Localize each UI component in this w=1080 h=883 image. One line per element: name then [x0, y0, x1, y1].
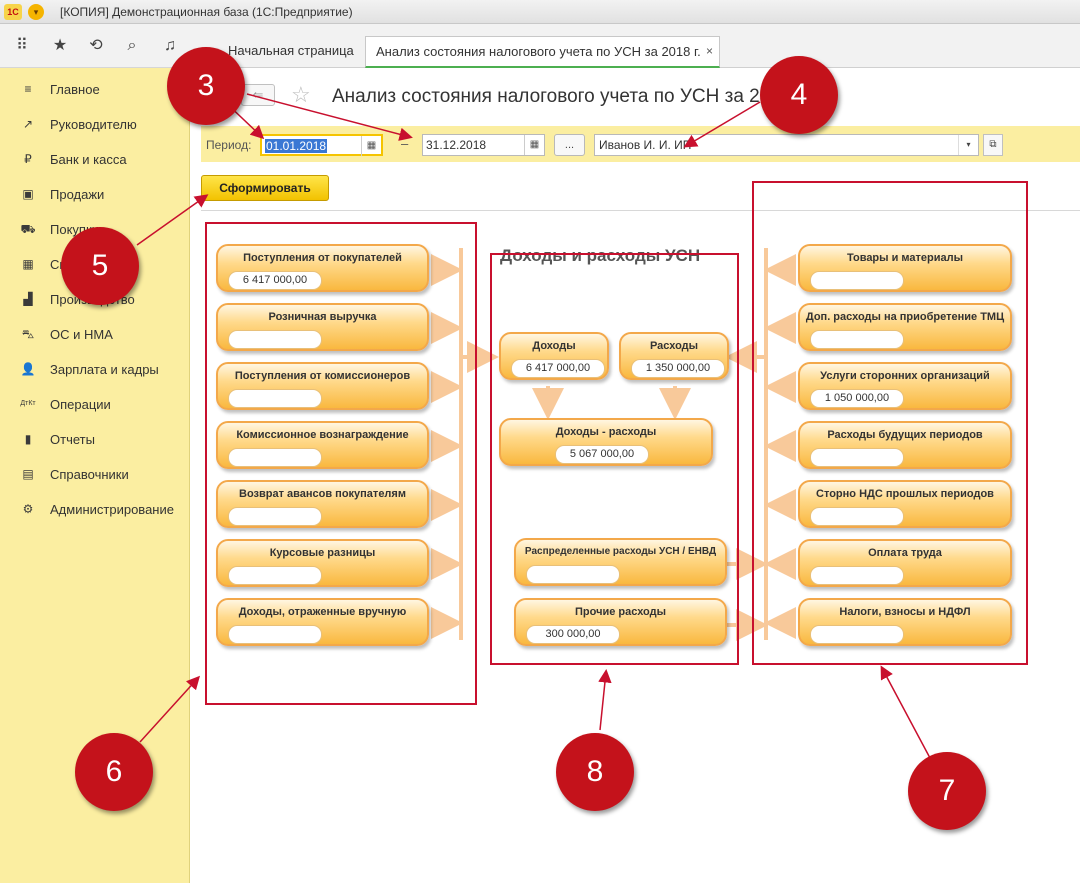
quick-toolbar: ⠿ ★ ⟲ ⌕ ♫ — [0, 24, 190, 68]
sidebar-item-label: Зарплата и кадры — [50, 362, 159, 377]
main-menu-icon[interactable]: ▾ — [28, 4, 44, 20]
callout-4: 4 — [760, 56, 838, 134]
bar-chart-icon: ▮ — [24, 432, 32, 446]
trend-icon: ↗ — [22, 117, 34, 131]
sidebar-item-label: Администрирование — [50, 502, 174, 517]
sidebar-item-label: Справочники — [50, 467, 129, 482]
sidebar-item-label: Продажи — [50, 187, 105, 202]
book-icon: ▤ — [22, 467, 34, 481]
sidebar-item-manager[interactable]: ↗ Руководителю — [0, 111, 190, 137]
star-icon[interactable]: ★ — [50, 36, 70, 56]
menu-lines-icon: ≡ — [24, 82, 32, 96]
expense-sources-highlight — [752, 181, 1028, 665]
sidebar-item-admin[interactable]: ⚙ Администрирование — [0, 496, 190, 522]
sidebar-item-label: Главное — [50, 82, 100, 97]
sidebar-item-sales[interactable]: ▣ Продажи — [0, 181, 190, 207]
sidebar-item-label: Операции — [50, 397, 111, 412]
callout-5: 5 — [61, 227, 139, 305]
window-title: [КОПИЯ] Демонстрационная база (1С:Предпр… — [60, 5, 353, 19]
income-sources-highlight — [205, 222, 477, 705]
person-icon: 👤 — [20, 362, 36, 376]
ruble-icon: ₽ — [24, 152, 32, 166]
sidebar-item-reports[interactable]: ▮ Отчеты — [0, 426, 190, 452]
debit-credit-icon: ДтКт — [20, 400, 36, 407]
sidebar-item-assets[interactable]: ⛍ ОС и НМА — [0, 321, 190, 347]
center-scheme-highlight — [490, 253, 739, 665]
sidebar-item-main[interactable]: ≡ Главное — [0, 76, 190, 102]
sidebar-item-label: Отчеты — [50, 432, 95, 447]
tab-home[interactable]: Начальная страница — [218, 36, 358, 68]
tab-usn-analysis[interactable]: Анализ состояния налогового учета по УСН… — [365, 36, 720, 68]
cart-icon: ⛟ — [20, 222, 36, 236]
callout-3: 3 — [167, 47, 245, 125]
sidebar-item-label: ОС и НМА — [50, 327, 113, 342]
sidebar-item-label: Банк и касса — [50, 152, 127, 167]
bell-icon[interactable]: ♫ — [160, 36, 180, 56]
history-icon[interactable]: ⟲ — [86, 36, 106, 56]
sidebar-item-label: Руководителю — [50, 117, 137, 132]
sidebar-item-catalogs[interactable]: ▤ Справочники — [0, 461, 190, 487]
callout-7: 7 — [908, 752, 986, 830]
sales-icon: ▣ — [22, 187, 34, 201]
truck-icon: ⛍ — [21, 327, 35, 341]
window-titlebar: 1С ▾ [КОПИЯ] Демонстрационная база (1С:П… — [0, 0, 1080, 24]
gear-icon: ⚙ — [22, 502, 34, 516]
app-logo-icon[interactable]: 1С — [4, 4, 22, 20]
callout-6: 6 — [75, 733, 153, 811]
close-icon[interactable]: × — [706, 44, 713, 58]
sidebar-item-operations[interactable]: ДтКт Операции — [0, 391, 190, 417]
tab-label: Анализ состояния налогового учета по УСН… — [376, 44, 701, 59]
warehouse-icon: ▦ — [22, 257, 34, 271]
tab-bar: Начальная страница Анализ состояния нало… — [190, 24, 1080, 68]
callout-8: 8 — [556, 733, 634, 811]
sidebar-item-bank[interactable]: ₽ Банк и касса — [0, 146, 190, 172]
search-icon[interactable]: ⌕ — [122, 36, 142, 56]
sidebar-item-salary[interactable]: 👤 Зарплата и кадры — [0, 356, 190, 382]
factory-icon: ▟ — [23, 292, 33, 306]
apps-grid-icon[interactable]: ⠿ — [12, 36, 32, 56]
